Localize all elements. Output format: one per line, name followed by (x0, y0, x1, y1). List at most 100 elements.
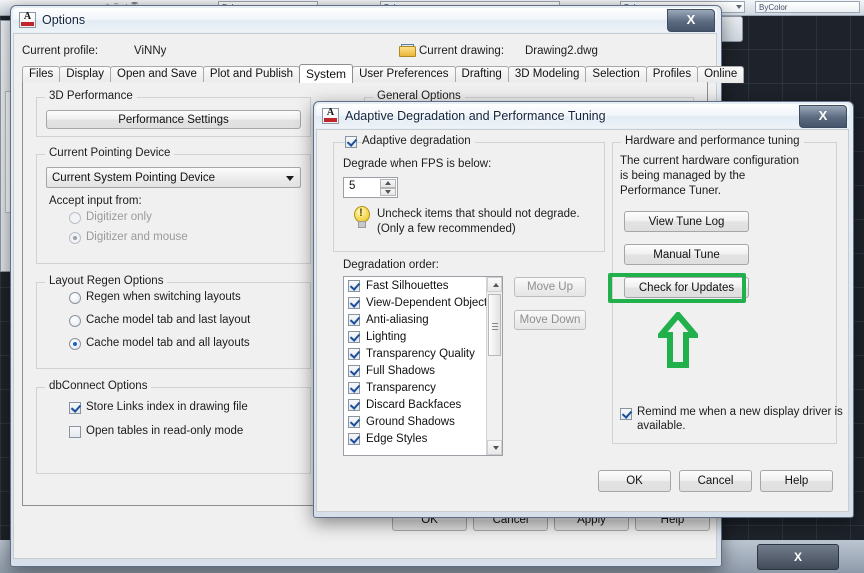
tuning-close-button[interactable]: X (799, 105, 847, 128)
scrollbar-thumb[interactable] (488, 294, 501, 356)
color-combo[interactable]: ByColor (755, 1, 860, 13)
options-titlebar[interactable]: Options (13, 8, 717, 32)
degradation-item-label: Full Shadows (366, 365, 436, 377)
checkbox-open-tables-readonly-label: Open tables in read-only mode (86, 425, 244, 437)
degradation-list-item[interactable]: Lighting (344, 329, 487, 346)
checkbox-store-links-index[interactable] (69, 402, 81, 414)
options-tab-user-preferences[interactable]: User Preferences (352, 66, 456, 83)
radio-cache-last-layout[interactable] (69, 315, 81, 327)
tuning-ok-button[interactable]: OK (598, 470, 671, 492)
autocad-logo-icon (19, 11, 36, 28)
degradation-item-label: Transparency (366, 382, 436, 394)
pointing-device-combo[interactable]: Current System Pointing Device (46, 167, 301, 188)
degradation-item-checkbox[interactable] (348, 280, 360, 292)
fps-spinner-down-button[interactable] (380, 187, 396, 196)
radio-regen-switching-label: Regen when switching layouts (86, 291, 241, 303)
current-profile-label: Current profile: (22, 45, 99, 57)
options-tab-selection[interactable]: Selection (585, 66, 647, 83)
degradation-list-item[interactable]: Discard Backfaces (344, 397, 487, 414)
triangle-down-icon (385, 189, 391, 194)
degradation-item-checkbox[interactable] (348, 416, 360, 428)
degradation-item-label: Anti-aliasing (366, 314, 429, 326)
degradation-item-checkbox[interactable] (348, 348, 360, 360)
degradation-list-item[interactable]: Transparency (344, 380, 487, 397)
degradation-item-checkbox[interactable] (348, 399, 360, 411)
degradation-item-checkbox[interactable] (348, 314, 360, 326)
group-dbconnect-label: dbConnect Options (45, 380, 152, 392)
tuning-cancel-button[interactable]: Cancel (679, 470, 752, 492)
degradation-item-label: View-Dependent Objects (366, 297, 493, 309)
options-tab-system[interactable]: System (299, 64, 354, 83)
options-tab-open-and-save[interactable]: Open and Save (110, 66, 204, 83)
degradation-order-list[interactable]: Fast Silhouettes View-Dependent Objects An… (343, 276, 503, 456)
options-tabbar[interactable]: Files Display Open and Save Plot and Publis… (22, 64, 745, 83)
current-profile-value: ViNNy (134, 45, 167, 57)
degradation-order-label: Degradation order: (343, 259, 439, 271)
hardware-desc-line2: is being managed by the (620, 170, 746, 182)
move-up-button[interactable]: Move Up (514, 277, 586, 297)
degradation-list-item[interactable]: View-Dependent Objects (344, 295, 493, 312)
degradation-item-checkbox[interactable] (348, 382, 360, 394)
tuning-help-button[interactable]: Help (760, 470, 833, 492)
tuning-titlebar[interactable]: Adaptive Degradation and Performance Tun… (316, 104, 849, 128)
degrade-hint-line1: Uncheck items that should not degrade. (377, 208, 580, 220)
options-tab-display[interactable]: Display (59, 66, 111, 83)
autocad-bottom-close-button[interactable]: X (757, 544, 839, 570)
hardware-desc-line1: The current hardware configuration (620, 155, 799, 167)
options-tab-plot-and-publish[interactable]: Plot and Publish (202, 66, 301, 83)
fps-spinner-value: 5 (349, 180, 356, 192)
degradation-list-item[interactable]: Transparency Quality (344, 346, 487, 363)
degrade-hint-line2: (Only a few recommended) (377, 223, 516, 235)
move-down-button[interactable]: Move Down (514, 310, 586, 330)
radio-cache-all-layouts[interactable] (69, 338, 81, 350)
checkbox-adaptive-degradation-label: Adaptive degradation (362, 135, 475, 147)
options-tab-3d-modeling[interactable]: 3D Modeling (507, 66, 587, 83)
checkbox-remind-new-driver[interactable] (620, 408, 632, 420)
degradation-list-item[interactable]: Full Shadows (344, 363, 487, 380)
remind-line1: Remind me when a new display driver is (637, 406, 843, 418)
current-drawing-value: Drawing2.dwg (525, 45, 598, 57)
lightbulb-icon: ! (353, 206, 370, 228)
fps-spinner-up-button[interactable] (380, 179, 396, 188)
group-layout-regen-label: Layout Regen Options (45, 275, 168, 287)
checkbox-open-tables-readonly[interactable] (69, 426, 81, 438)
triangle-down-icon (493, 446, 499, 450)
performance-settings-button[interactable]: Performance Settings (46, 110, 301, 129)
tuning-title: Adaptive Degradation and Performance Tun… (345, 109, 606, 123)
degradation-item-checkbox[interactable] (348, 331, 360, 343)
chevron-down-icon (736, 5, 742, 9)
options-tab-profiles[interactable]: Profiles (645, 66, 699, 83)
degradation-item-checkbox[interactable] (348, 297, 360, 309)
screen: ⌖ ≡ ⊿ ▦ ByLayer ByLayer ByLayer ByColor … (0, 0, 864, 573)
options-tab-drafting[interactable]: Drafting (454, 66, 509, 83)
checkbox-adaptive-degradation[interactable] (345, 136, 357, 148)
annotation-arrow-up-icon (658, 312, 698, 368)
options-tab-online[interactable]: Online (697, 66, 745, 83)
radio-digitizer-only[interactable] (69, 212, 81, 224)
manual-tune-button[interactable]: Manual Tune (624, 244, 749, 265)
radio-regen-switching[interactable] (69, 292, 81, 304)
degradation-list-item[interactable]: Anti-aliasing (344, 312, 487, 329)
degradation-item-checkbox[interactable] (348, 365, 360, 377)
degradation-list-item[interactable]: Ground Shadows (344, 414, 487, 431)
degradation-item-label: Edge Styles (366, 433, 428, 445)
options-close-button[interactable]: X (667, 9, 715, 32)
group-3d-performance-label: 3D Performance (45, 90, 137, 102)
degradation-list-item[interactable]: Fast Silhouettes (344, 278, 487, 295)
triangle-up-icon (493, 283, 499, 287)
degradation-item-label: Fast Silhouettes (366, 280, 449, 292)
degradation-item-checkbox[interactable] (348, 433, 360, 445)
options-tab-files[interactable]: Files (22, 66, 61, 83)
degradation-list-item[interactable]: Edge Styles (344, 431, 487, 448)
tuning-dialog-body: Adaptive degradation Degrade when FPS is… (316, 129, 849, 512)
fps-spinner[interactable]: 5 (343, 177, 398, 198)
fps-spinner-buttons[interactable] (380, 179, 396, 196)
degradation-list-scrollbar[interactable] (486, 277, 502, 455)
radio-cache-all-layouts-label: Cache model tab and all layouts (86, 337, 250, 349)
view-tune-log-button[interactable]: View Tune Log (624, 211, 749, 232)
hardware-desc-line3: Performance Tuner. (620, 185, 721, 197)
radio-digitizer-and-mouse[interactable] (69, 232, 81, 244)
scroll-down-button[interactable] (487, 440, 502, 455)
scroll-up-button[interactable] (487, 277, 502, 292)
pointing-device-combo-value: Current System Pointing Device (52, 172, 215, 184)
